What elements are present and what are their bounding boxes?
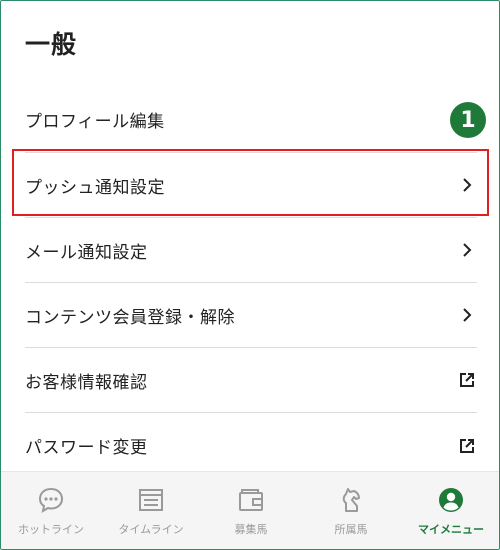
chevron-right-icon: [457, 305, 477, 325]
menu-item-label: コンテンツ会員登録・解除: [25, 307, 235, 328]
tab-label: マイメニュー: [418, 523, 484, 536]
horse-icon: [336, 485, 366, 515]
external-link-icon: [457, 436, 477, 456]
chevron-right-icon: [457, 240, 477, 260]
tab-label: 募集馬: [234, 523, 268, 536]
settings-list: プロフィール編集 プッシュ通知設定 メール通知設定 コンテンツ会員登録・解除 お…: [1, 87, 499, 478]
tab-label: ホットライン: [18, 523, 84, 536]
menu-item-label: メール通知設定: [25, 242, 148, 263]
tab-owned-horses[interactable]: 所属馬: [301, 472, 401, 549]
menu-item-label: プッシュ通知設定: [25, 177, 165, 198]
tab-timeline[interactable]: タイムライン: [101, 472, 201, 549]
tab-label: タイムライン: [118, 523, 184, 536]
bottom-tab-bar: ホットライン タイムライン 募集馬 所属馬 マイメニュー: [1, 471, 499, 549]
menu-item-customer-info[interactable]: お客様情報確認: [25, 348, 477, 413]
user-icon: [436, 485, 466, 515]
external-link-icon: [457, 370, 477, 390]
menu-item-push-notification[interactable]: プッシュ通知設定: [25, 153, 477, 218]
menu-item-mail-notification[interactable]: メール通知設定: [25, 218, 477, 283]
menu-item-label: プロフィール編集: [25, 112, 165, 132]
tab-hotline[interactable]: ホットライン: [1, 472, 101, 549]
step-number-badge: 1: [450, 102, 486, 138]
wallet-icon: [236, 485, 266, 515]
chat-bubble-icon: [36, 485, 66, 515]
menu-item-label: パスワード変更: [25, 438, 148, 458]
tab-recruit-horses[interactable]: 募集馬: [201, 472, 301, 549]
menu-item-content-membership[interactable]: コンテンツ会員登録・解除: [25, 283, 477, 348]
menu-item-password-change[interactable]: パスワード変更: [25, 413, 477, 478]
menu-item-profile-edit[interactable]: プロフィール編集: [25, 87, 477, 153]
app-screen: 一般 プロフィール編集 プッシュ通知設定 メール通知設定 コンテンツ会員登録・解…: [0, 0, 500, 550]
chevron-right-icon: [457, 175, 477, 195]
tab-my-menu[interactable]: マイメニュー: [401, 472, 499, 549]
tab-label: 所属馬: [334, 523, 368, 536]
timeline-icon: [136, 485, 166, 515]
menu-item-label: お客様情報確認: [25, 372, 148, 393]
section-title: 一般: [25, 30, 78, 59]
